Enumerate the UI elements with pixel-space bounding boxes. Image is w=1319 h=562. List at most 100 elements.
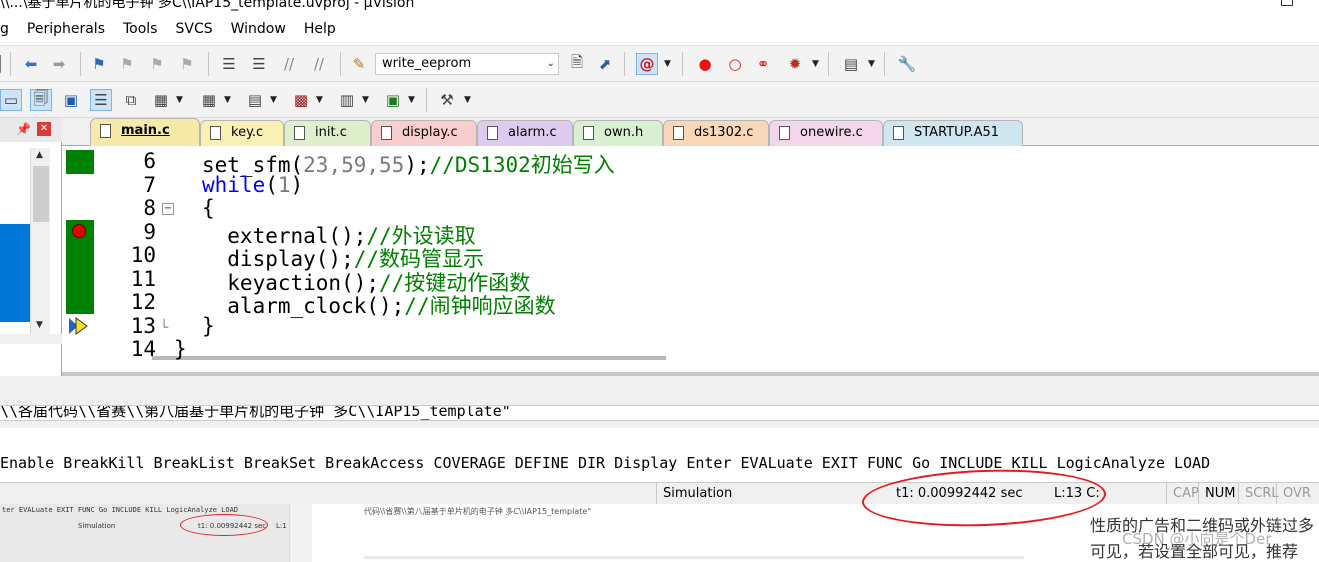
insert-breakpoint-icon[interactable]: ● (694, 53, 716, 75)
configure-icon[interactable]: 🔧 (896, 53, 918, 75)
code-number: 1 (277, 172, 291, 197)
target-select[interactable]: write_eeprom ⌄ (375, 53, 559, 75)
serial-window-icon[interactable]: ▤ (244, 89, 266, 111)
code-editor[interactable]: − └ 6 set_sfm(23,59,55);//DS1302初始写入 7 whil… (62, 146, 1319, 376)
next-bookmark-icon[interactable]: ⚑ (146, 53, 168, 75)
project-panel-header: 📌 ✕ (0, 118, 62, 142)
scroll-thumb[interactable] (33, 166, 49, 222)
scroll-down-icon[interactable]: ▼ (36, 320, 43, 330)
disable-all-breakpoints-icon[interactable]: ⚭ (752, 53, 774, 75)
status-ovr: OVR (1276, 483, 1319, 505)
tab-onewire-c[interactable]: onewire.c (769, 120, 883, 146)
code-text: } (202, 313, 215, 338)
thumbnail-cursor: L:1 (276, 522, 287, 530)
comment-icon[interactable]: // (278, 53, 300, 75)
bookmark-icon[interactable]: ⚑ (88, 53, 110, 75)
toolbar-separator (624, 52, 625, 76)
enable-breakpoint-icon[interactable]: ○ (724, 53, 746, 75)
serial-dropdown-icon[interactable]: ▼ (270, 95, 277, 105)
unindent-icon[interactable]: ☰ (248, 53, 270, 75)
menu-item-window[interactable]: Window (222, 12, 295, 46)
find-in-files-icon[interactable]: ✎ (348, 53, 370, 75)
incremental-find-icon[interactable]: ⬈ (594, 53, 616, 75)
analysis-dropdown-icon[interactable]: ▼ (316, 95, 323, 105)
command-keywords-text: Enable BreakKill BreakList BreakSet Brea… (0, 454, 1211, 472)
command-input[interactable] (0, 428, 1319, 454)
fold-collapse-icon[interactable]: − (162, 203, 174, 215)
watch-dropdown-icon[interactable]: ▼ (176, 95, 183, 105)
debug-dropdown-icon[interactable]: ▼ (664, 59, 671, 69)
toolbar-separator (884, 52, 885, 76)
command-window-icon[interactable]: ▭ (0, 89, 22, 111)
command-splitter[interactable] (0, 420, 1319, 428)
window-layout-icon[interactable]: ▤ (840, 53, 862, 75)
editor-hscrollbar[interactable] (152, 356, 666, 360)
system-viewer-icon[interactable]: ▣ (382, 89, 404, 111)
project-tree-selection[interactable] (0, 224, 30, 322)
tab-own-h[interactable]: own.h (573, 120, 663, 146)
toolbox-dropdown-icon[interactable]: ▼ (464, 95, 471, 105)
command-window: \\各届代码\\省赛\\第八届基于单片机的电子钟 多C\\IAP15_templ… (0, 376, 1319, 482)
code-comment: //闹钟响应函数 (404, 294, 556, 318)
kill-all-breakpoints-icon[interactable]: ✹ (784, 53, 806, 75)
memory-dropdown-icon[interactable]: ▼ (224, 95, 231, 105)
code-line[interactable]: { (202, 196, 215, 220)
indent-icon[interactable]: ☰ (218, 53, 240, 75)
project-panel-hscrollbar[interactable] (0, 334, 62, 344)
line-number: 10 (130, 243, 156, 267)
code-keyword: while (202, 172, 266, 197)
status-scrl: SCRL (1238, 483, 1279, 505)
thumbnail-highlight-ellipse (180, 514, 268, 536)
code-line[interactable]: while(1) (202, 173, 303, 197)
code-text: alarm_clock(); (202, 294, 405, 318)
tab-display-c[interactable]: display.c (371, 120, 477, 146)
breakpoint-icon[interactable] (72, 224, 86, 238)
disassembly-window-icon[interactable]: 🗐 (30, 89, 52, 111)
watch-window-icon[interactable]: ▦ (150, 89, 172, 111)
memory-window-icon[interactable]: ▦ (198, 89, 220, 111)
menu-item-g[interactable]: g (0, 12, 18, 46)
toolbar-edge-icon[interactable]: ▏ (0, 53, 16, 75)
pasted-screenshot-bar (364, 556, 1024, 559)
trace-dropdown-icon[interactable]: ▼ (362, 95, 369, 105)
line-number: 12 (130, 290, 156, 314)
call-stack-icon[interactable]: ⧉ (120, 89, 142, 111)
breakpoint-dropdown-icon[interactable]: ▼ (812, 59, 819, 69)
close-icon[interactable]: ✕ (37, 122, 51, 136)
menu-item-peripherals[interactable]: Peripherals (18, 12, 114, 46)
find-icon[interactable]: 🗎 (566, 53, 588, 75)
tab-ds1302-c[interactable]: ds1302.c (663, 120, 769, 146)
code-line[interactable]: } (174, 337, 187, 361)
project-panel-scrollbar[interactable]: ▲ ▼ (30, 148, 50, 334)
project-panel: 📌 ✕ ▲ ▼ (0, 118, 62, 376)
system-viewer-dropdown-icon[interactable]: ▼ (408, 95, 415, 105)
restore-window-icon[interactable] (1281, 0, 1293, 6)
tab-init-c[interactable]: init.c (284, 120, 371, 146)
debug-session-icon[interactable]: @ (636, 53, 658, 75)
tab-main-c[interactable]: main.c (90, 118, 200, 146)
navigate-back-icon[interactable]: ⬅ (20, 53, 42, 75)
prev-bookmark-icon[interactable]: ⚑ (116, 53, 138, 75)
analysis-window-icon[interactable]: ▩ (290, 89, 312, 111)
navigate-forward-icon[interactable]: ➡ (48, 53, 70, 75)
pin-icon[interactable]: 📌 (16, 122, 31, 136)
menu-item-tools[interactable]: Tools (114, 12, 167, 46)
tab-alarm-c[interactable]: alarm.c (477, 120, 573, 146)
toolbox-icon[interactable]: ⚒ (436, 89, 458, 111)
menu-item-help[interactable]: Help (295, 12, 345, 46)
toolbar-separator (682, 52, 683, 76)
tab-key-c[interactable]: key.c (200, 120, 284, 146)
trace-window-icon[interactable]: ▥ (336, 89, 358, 111)
menu-item-svcs[interactable]: SVCS (166, 12, 221, 46)
scroll-up-icon[interactable]: ▲ (36, 150, 43, 160)
registers-window-icon[interactable]: ☰ (90, 89, 112, 111)
clear-bookmarks-icon[interactable]: ⚑ (176, 53, 198, 75)
code-line[interactable]: alarm_clock();//闹钟响应函数 (202, 290, 556, 320)
tab-startup-a51[interactable]: STARTUP.A51 (883, 120, 1023, 146)
uncomment-icon[interactable]: // (308, 53, 330, 75)
toolbar-separator (10, 52, 11, 76)
current-line-arrow-icon (69, 317, 88, 335)
symbols-window-icon[interactable]: ▣ (60, 89, 82, 111)
window-layout-dropdown-icon[interactable]: ▼ (868, 59, 875, 69)
code-line[interactable]: } (202, 314, 215, 338)
